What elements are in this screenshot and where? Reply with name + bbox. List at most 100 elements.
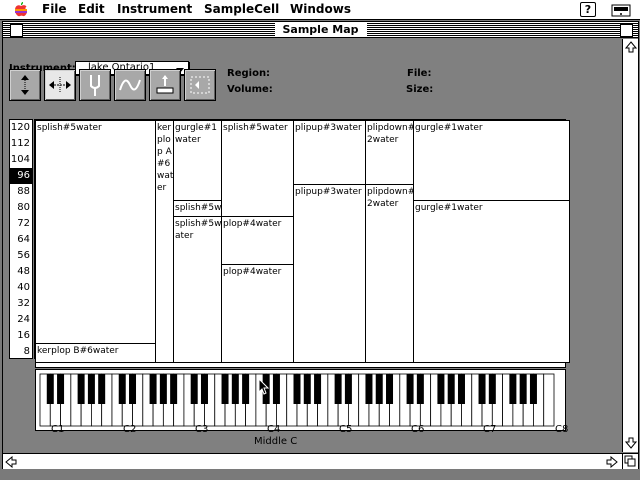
scroll-up-arrow-icon[interactable] xyxy=(624,41,638,56)
volume-label: Volume: xyxy=(227,84,273,95)
octave-label-c1: C1 xyxy=(51,424,65,435)
velocity-value[interactable]: 40 xyxy=(10,280,32,296)
horizontal-arrows-icon[interactable] xyxy=(44,69,76,101)
scroll-left-arrow-icon[interactable] xyxy=(5,455,17,471)
sample-region[interactable]: splish#5water xyxy=(173,216,226,363)
menu-windows[interactable]: Windows xyxy=(290,2,351,16)
sample-region[interactable]: kerplop B#6water xyxy=(35,343,160,363)
black-key[interactable] xyxy=(159,374,167,404)
file-label: File: xyxy=(407,68,432,79)
black-key[interactable] xyxy=(406,374,414,404)
black-key[interactable] xyxy=(334,374,342,404)
black-key[interactable] xyxy=(457,374,465,404)
waveform-icon[interactable] xyxy=(114,69,146,101)
middle-c-label: Middle C xyxy=(254,436,298,447)
sample-region[interactable]: gurgle#1water xyxy=(413,120,570,205)
black-key[interactable] xyxy=(416,374,424,404)
black-key[interactable] xyxy=(293,374,301,404)
grow-box-icon[interactable] xyxy=(622,453,638,469)
apple-icon[interactable] xyxy=(14,1,28,20)
black-key[interactable] xyxy=(118,374,126,404)
sample-region[interactable]: plipdown#2water xyxy=(365,120,418,189)
velocity-value[interactable]: 48 xyxy=(10,264,32,280)
sample-map-grid: splish#5water kerplop B#6water kerplop A… xyxy=(34,119,570,363)
velocity-value[interactable]: 8 xyxy=(10,344,32,360)
velocity-value-selected[interactable]: 96 xyxy=(10,168,32,184)
stack-up-icon[interactable] xyxy=(149,69,181,101)
sample-region[interactable]: plop#4water xyxy=(221,264,298,363)
black-key[interactable] xyxy=(242,374,250,404)
region-select-icon[interactable] xyxy=(184,69,216,101)
black-key[interactable] xyxy=(221,374,229,404)
black-key[interactable] xyxy=(57,374,65,404)
black-key[interactable] xyxy=(386,374,394,404)
black-key[interactable] xyxy=(519,374,527,404)
title-bar[interactable]: Sample Map xyxy=(3,22,638,38)
window-title: Sample Map xyxy=(274,23,367,36)
close-box[interactable] xyxy=(10,24,23,37)
velocity-value[interactable]: 16 xyxy=(10,328,32,344)
help-icon[interactable]: ? xyxy=(580,2,596,17)
menu-instrument[interactable]: Instrument xyxy=(117,2,192,16)
velocity-value[interactable]: 64 xyxy=(10,232,32,248)
sample-region[interactable]: gurgle#1water xyxy=(413,200,570,363)
vertical-scrollbar[interactable] xyxy=(622,39,638,452)
velocity-value[interactable]: 72 xyxy=(10,216,32,232)
black-key[interactable] xyxy=(200,374,208,404)
black-key[interactable] xyxy=(303,374,311,404)
black-key[interactable] xyxy=(272,374,280,404)
black-key[interactable] xyxy=(170,374,178,404)
application-icon[interactable] xyxy=(610,2,632,18)
black-key[interactable] xyxy=(375,374,383,404)
black-key[interactable] xyxy=(314,374,322,404)
black-key[interactable] xyxy=(98,374,106,404)
vertical-arrows-icon[interactable] xyxy=(9,69,41,101)
menu-samplecell[interactable]: SampleCell xyxy=(204,2,279,16)
black-key[interactable] xyxy=(129,374,137,404)
velocity-column: 120 112 104 96 88 80 72 64 56 48 40 32 2… xyxy=(9,119,33,359)
black-key[interactable] xyxy=(46,374,54,404)
black-key[interactable] xyxy=(231,374,239,404)
octave-label-c3: C3 xyxy=(195,424,209,435)
sample-region[interactable]: gurgle#1water xyxy=(173,120,226,205)
horizontal-scrollbar[interactable] xyxy=(3,453,622,469)
black-key[interactable] xyxy=(447,374,455,404)
menu-file[interactable]: File xyxy=(42,2,67,16)
menu-edit[interactable]: Edit xyxy=(78,2,105,16)
black-key[interactable] xyxy=(365,374,373,404)
key-range-slider[interactable] xyxy=(35,362,566,368)
zoom-box[interactable] xyxy=(620,24,633,37)
black-key[interactable] xyxy=(478,374,486,404)
scroll-right-arrow-icon[interactable] xyxy=(606,455,618,471)
sample-region[interactable]: plipup#3water xyxy=(293,120,370,189)
sample-region[interactable]: splish#5water xyxy=(221,120,298,221)
velocity-value[interactable]: 112 xyxy=(10,136,32,152)
black-key[interactable] xyxy=(190,374,198,404)
velocity-value[interactable]: 104 xyxy=(10,152,32,168)
velocity-value[interactable]: 80 xyxy=(10,200,32,216)
black-key[interactable] xyxy=(87,374,95,404)
velocity-value[interactable]: 56 xyxy=(10,248,32,264)
black-key[interactable] xyxy=(488,374,496,404)
pointer-cursor-icon xyxy=(258,377,270,398)
sample-region[interactable]: plop#4water xyxy=(221,216,298,269)
velocity-value[interactable]: 32 xyxy=(10,296,32,312)
black-key[interactable] xyxy=(77,374,85,404)
velocity-value[interactable]: 120 xyxy=(10,120,32,136)
black-key[interactable] xyxy=(529,374,537,404)
white-key[interactable] xyxy=(543,373,555,427)
sample-region[interactable]: plipup#3water xyxy=(293,184,370,363)
region-label: Region: xyxy=(227,68,271,79)
sample-region[interactable]: plipdown#2water xyxy=(365,184,418,363)
scroll-down-arrow-icon[interactable] xyxy=(624,437,638,452)
black-key[interactable] xyxy=(149,374,157,404)
piano-keyboard[interactable] xyxy=(35,369,566,431)
black-key[interactable] xyxy=(437,374,445,404)
velocity-value[interactable]: 88 xyxy=(10,184,32,200)
velocity-value[interactable]: 24 xyxy=(10,312,32,328)
tuning-fork-icon[interactable] xyxy=(79,69,111,101)
keyboard-keys[interactable] xyxy=(36,370,565,430)
black-key[interactable] xyxy=(509,374,517,404)
black-key[interactable] xyxy=(344,374,352,404)
sample-region[interactable]: splish#5water xyxy=(35,120,160,348)
